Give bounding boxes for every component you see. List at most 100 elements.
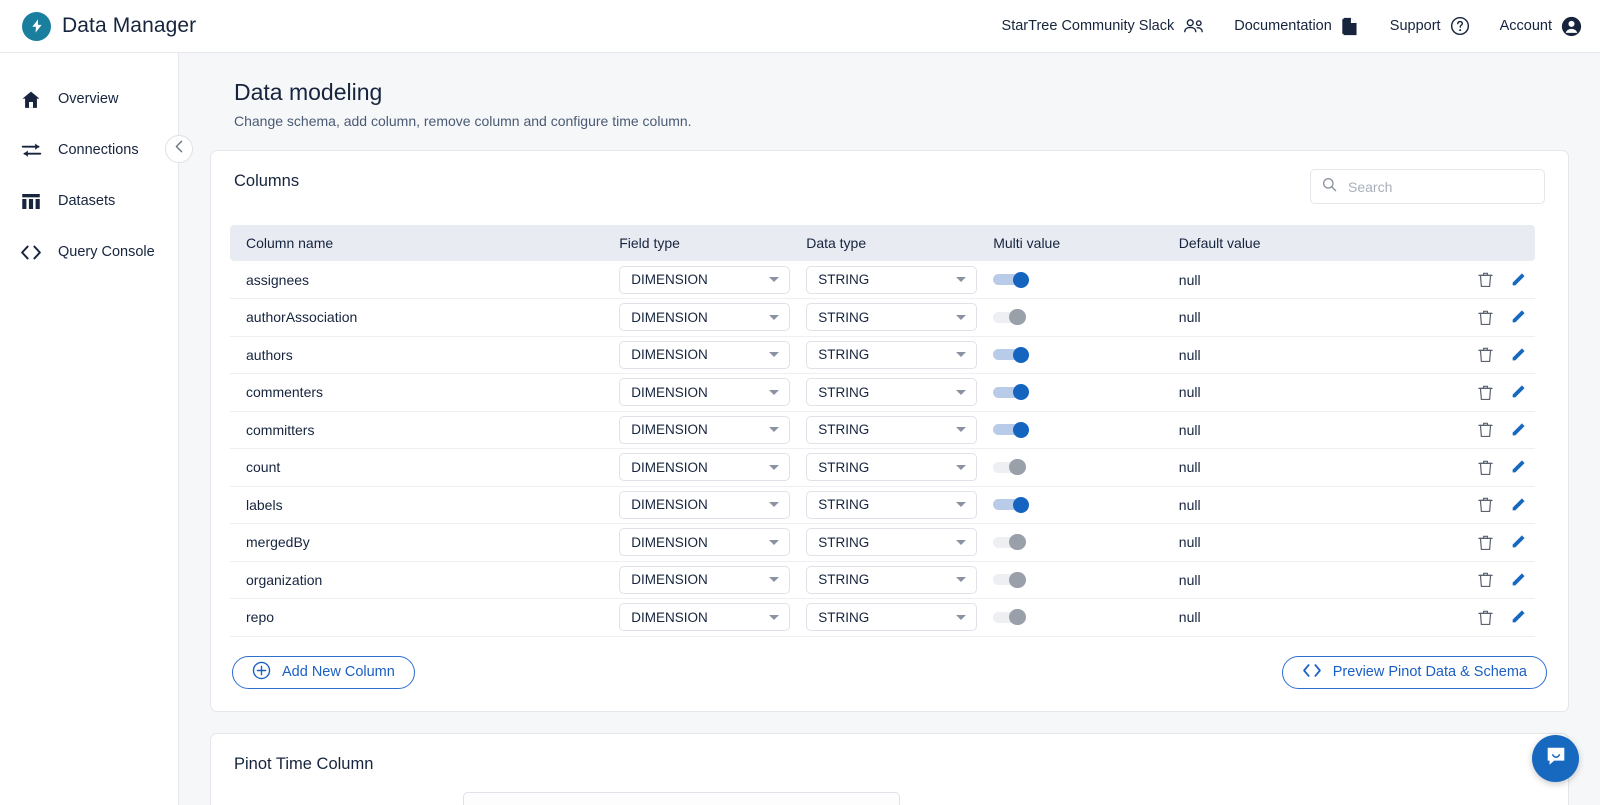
pencil-icon[interactable]	[1510, 609, 1526, 625]
data-type-select[interactable]: STRING	[806, 453, 978, 482]
trash-icon[interactable]	[1478, 459, 1493, 476]
multi-value-toggle[interactable]	[993, 384, 1031, 401]
data-type-value: STRING	[818, 309, 870, 325]
toggle-knob	[1013, 346, 1030, 363]
app-root: Data Manager StarTree Community Slack Do…	[0, 0, 1600, 805]
add-new-column-button[interactable]: Add New Column	[232, 655, 415, 689]
chat-widget-button[interactable]	[1532, 735, 1579, 782]
data-type-value: STRING	[818, 534, 870, 550]
field-type-select[interactable]: DIMENSION	[619, 378, 791, 407]
trash-icon[interactable]	[1478, 384, 1493, 401]
cell-default-value: null	[1162, 411, 1463, 449]
multi-value-toggle[interactable]	[993, 271, 1031, 288]
trash-icon[interactable]	[1478, 421, 1493, 438]
field-type-select[interactable]: DIMENSION	[619, 453, 791, 482]
pencil-icon[interactable]	[1510, 572, 1526, 588]
header-actions	[1462, 225, 1535, 261]
table-row: mergedBy DIMENSION STRING null	[230, 523, 1535, 562]
multi-value-toggle[interactable]	[993, 496, 1031, 513]
search-box[interactable]	[1310, 169, 1545, 204]
field-type-select[interactable]: DIMENSION	[619, 415, 791, 444]
people-icon	[1183, 18, 1204, 34]
search-input[interactable]	[1346, 177, 1533, 196]
field-type-select[interactable]: DIMENSION	[619, 490, 791, 519]
topnav-item-support[interactable]: Support	[1390, 16, 1470, 36]
document-icon	[1341, 16, 1360, 37]
sidebar-item-query-console[interactable]: Query Console	[0, 233, 178, 271]
topnav-item-documentation[interactable]: Documentation	[1234, 16, 1360, 37]
row-actions	[1478, 271, 1535, 288]
data-type-select[interactable]: STRING	[806, 490, 978, 519]
table-row: organization DIMENSION STRING null	[230, 561, 1535, 599]
toggle-knob	[1009, 309, 1027, 326]
field-type-select[interactable]: DIMENSION	[619, 565, 791, 594]
trash-icon[interactable]	[1478, 271, 1493, 288]
trash-icon[interactable]	[1478, 496, 1493, 513]
table-row: authorAssociation DIMENSION STRING null	[230, 298, 1535, 337]
pencil-icon[interactable]	[1510, 347, 1526, 363]
chevron-down-icon	[769, 427, 780, 433]
data-type-select[interactable]: STRING	[806, 565, 978, 594]
data-type-select[interactable]: STRING	[806, 603, 978, 632]
sidebar-item-overview[interactable]: Overview	[0, 80, 178, 118]
data-type-select[interactable]: STRING	[806, 415, 978, 444]
sidebar-item-connections[interactable]: Connections	[0, 131, 178, 169]
chevron-down-icon	[769, 577, 780, 583]
pencil-icon[interactable]	[1510, 497, 1526, 513]
chevron-down-icon	[956, 577, 967, 583]
pencil-icon[interactable]	[1510, 459, 1526, 475]
brand[interactable]: Data Manager	[22, 11, 196, 41]
pencil-icon[interactable]	[1510, 534, 1526, 550]
topnav-item-slack[interactable]: StarTree Community Slack	[1002, 18, 1205, 34]
toggle-knob	[1013, 271, 1030, 288]
chevron-left-icon	[174, 140, 185, 158]
field-type-select[interactable]: DIMENSION	[619, 528, 791, 557]
pencil-icon[interactable]	[1510, 422, 1526, 438]
sidebar-item-datasets[interactable]: Datasets	[0, 182, 178, 220]
field-type-select[interactable]: DIMENSION	[619, 265, 791, 294]
multi-value-toggle[interactable]	[993, 571, 1031, 588]
data-type-select[interactable]: STRING	[806, 303, 978, 332]
table-row: authors DIMENSION STRING null	[230, 336, 1535, 374]
topnav-item-account[interactable]: Account	[1500, 16, 1582, 37]
multi-value-toggle[interactable]	[993, 421, 1031, 438]
multi-value-toggle[interactable]	[993, 346, 1031, 363]
chevron-down-icon	[769, 614, 780, 620]
topnav-slack-label: StarTree Community Slack	[1001, 18, 1175, 34]
cell-column-name: authorAssociation	[230, 298, 604, 337]
data-type-select[interactable]: STRING	[806, 340, 978, 369]
field-type-select[interactable]: DIMENSION	[619, 303, 791, 332]
trash-icon[interactable]	[1478, 609, 1493, 626]
chevron-down-icon	[769, 502, 780, 508]
trash-icon[interactable]	[1478, 534, 1493, 551]
data-type-select[interactable]: STRING	[806, 528, 978, 557]
data-type-select[interactable]: STRING	[806, 265, 978, 294]
sidebar-label-connections: Connections	[58, 142, 139, 158]
cell-column-name: repo	[230, 598, 604, 637]
pencil-icon[interactable]	[1510, 309, 1526, 325]
sidebar-label-query-console: Query Console	[58, 244, 155, 260]
sidebar-collapse-button[interactable]	[165, 135, 193, 163]
multi-value-toggle[interactable]	[993, 309, 1031, 326]
search-wrapper	[1310, 151, 1568, 204]
row-actions	[1478, 609, 1535, 626]
field-type-select[interactable]: DIMENSION	[619, 603, 791, 632]
multi-value-toggle[interactable]	[993, 609, 1031, 626]
chevron-down-icon	[769, 389, 780, 395]
data-type-select[interactable]: STRING	[806, 378, 978, 407]
table-row: count DIMENSION STRING null	[230, 448, 1535, 487]
field-type-select[interactable]: DIMENSION	[619, 340, 791, 369]
trash-icon[interactable]	[1478, 571, 1493, 588]
preview-pinot-data-schema-button[interactable]: Preview Pinot Data & Schema	[1281, 655, 1547, 689]
sidebar-label-overview: Overview	[58, 91, 119, 107]
pinot-time-column-field[interactable]	[463, 791, 900, 805]
pencil-icon[interactable]	[1510, 384, 1526, 400]
trash-icon[interactable]	[1478, 346, 1493, 363]
lightning-bolt-icon	[22, 11, 51, 41]
multi-value-toggle[interactable]	[993, 534, 1031, 551]
top-bar: Data Manager StarTree Community Slack Do…	[0, 0, 1600, 53]
multi-value-toggle[interactable]	[993, 459, 1031, 476]
pencil-icon[interactable]	[1510, 272, 1526, 288]
trash-icon[interactable]	[1478, 309, 1493, 326]
field-type-value: DIMENSION	[631, 272, 708, 287]
